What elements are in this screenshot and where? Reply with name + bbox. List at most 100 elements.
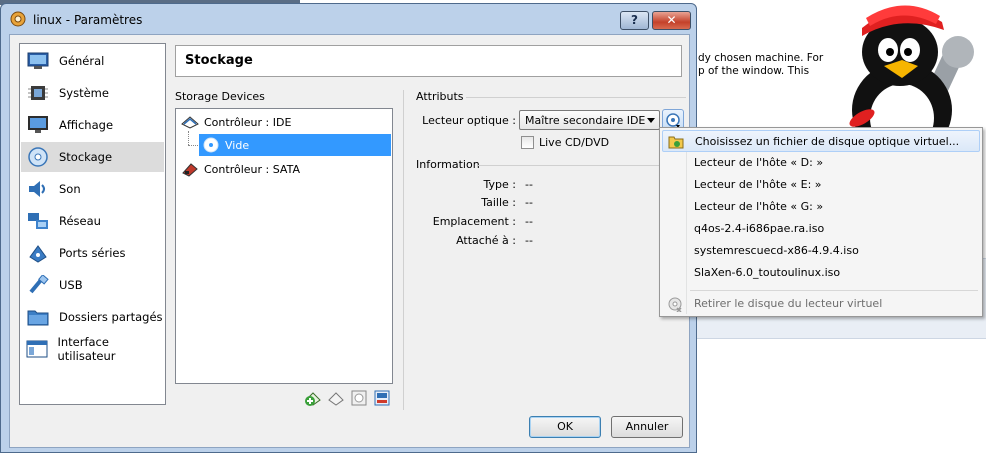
menu-item-host-drive-d[interactable]: Lecteur de l'hôte « D: » xyxy=(662,152,980,174)
optical-disc-menu: Choisissez un fichier de disque optique … xyxy=(659,127,983,317)
optical-drive-value: Maître secondaire IDE xyxy=(525,114,646,127)
menu-item-host-drive-g[interactable]: Lecteur de l'hôte « G: » xyxy=(662,196,980,218)
category-item-storage[interactable]: Stockage xyxy=(21,142,164,172)
tree-item-label: Vide xyxy=(225,138,250,152)
window-title: linux - Paramètres xyxy=(33,13,143,27)
menu-item-host-drive-e[interactable]: Lecteur de l'hôte « E: » xyxy=(662,174,980,196)
title-bar[interactable]: linux - Paramètres ? ✕ xyxy=(1,4,696,38)
menu-item-remove-disc[interactable]: Retirer le disque du lecteur virtuel xyxy=(662,293,980,315)
empty-disc-icon xyxy=(202,137,220,153)
remove-controller-icon[interactable] xyxy=(327,389,345,407)
category-item-system[interactable]: Système xyxy=(21,78,164,108)
section-rule xyxy=(478,165,686,166)
page-title: Stockage xyxy=(185,53,253,68)
category-label: Son xyxy=(59,182,81,196)
category-item-shared-folders[interactable]: Dossiers partagés xyxy=(21,302,164,332)
storage-disc-icon xyxy=(25,146,51,168)
info-type-label: Type : xyxy=(483,178,516,191)
menu-item-iso-q4os[interactable]: q4os-2.4-i686pae.ra.iso xyxy=(662,218,980,240)
remove-disc-icon xyxy=(668,297,682,312)
category-label: Interface utilisateur xyxy=(57,335,116,363)
category-item-general[interactable]: Général xyxy=(21,46,164,76)
menu-item-iso-systemrescuecd[interactable]: systemrescuecd-x86-4.9.4.iso xyxy=(662,240,980,262)
info-attached-label: Attaché à : xyxy=(456,234,516,247)
info-attached-value: -- xyxy=(525,234,533,247)
storage-devices-label: Storage Devices xyxy=(175,90,265,103)
category-label: Stockage xyxy=(59,150,113,164)
info-location-label: Emplacement : xyxy=(432,215,516,228)
settings-dialog: linux - Paramètres ? ✕ Général Système A… xyxy=(0,3,697,453)
system-chip-icon xyxy=(25,82,51,104)
storage-tree[interactable]: Contrôleur : IDE Vide Contrôleur : SATA xyxy=(175,108,393,384)
category-item-network[interactable]: Réseau xyxy=(21,206,164,236)
menu-item-choose-file[interactable]: Choisissez un fichier de disque optique … xyxy=(662,130,980,152)
category-label: Dossiers partagés xyxy=(59,310,163,324)
tree-item-label: Contrôleur : IDE xyxy=(204,115,292,129)
background-divider xyxy=(696,338,986,339)
info-location-value: -- xyxy=(525,215,533,228)
tree-item-label: Contrôleur : SATA xyxy=(204,162,300,176)
user-interface-icon xyxy=(25,338,49,360)
menu-item-iso-slaxen[interactable]: SlaXen-6.0_toutoulinux.iso xyxy=(662,262,980,284)
virtualbox-gear-icon xyxy=(10,11,26,27)
menu-item-label: Lecteur de l'hôte « G: » xyxy=(694,200,824,213)
menu-item-label: q4os-2.4-i686pae.ra.iso xyxy=(694,222,825,235)
info-type-value: -- xyxy=(525,178,533,191)
category-item-serial-ports[interactable]: Ports séries xyxy=(21,238,164,268)
remove-attachment-icon[interactable] xyxy=(373,389,391,407)
help-button[interactable]: ? xyxy=(620,11,649,30)
menu-item-label: Retirer le disque du lecteur virtuel xyxy=(694,297,883,310)
background-text-line: dy chosen machine. For xyxy=(698,52,824,64)
network-icon xyxy=(25,210,51,232)
sata-controller-icon xyxy=(181,161,199,177)
menu-item-label: Lecteur de l'hôte « E: » xyxy=(694,178,822,191)
tree-item-empty-drive[interactable]: Vide xyxy=(199,134,391,156)
info-size-label: Taille : xyxy=(481,196,516,209)
category-label: Général xyxy=(59,54,105,68)
category-label: Ports séries xyxy=(59,246,126,260)
ide-controller-icon xyxy=(181,114,199,130)
tree-connector xyxy=(188,131,189,145)
tree-item-ide-controller[interactable]: Contrôleur : IDE xyxy=(177,111,391,133)
section-rule xyxy=(466,97,686,98)
cancel-button[interactable]: Annuler xyxy=(611,416,683,438)
menu-item-label: Choisissez un fichier de disque optique … xyxy=(695,135,960,148)
display-monitor-icon xyxy=(25,114,51,136)
attributes-section-label: Attributs xyxy=(416,90,464,103)
info-size-value: -- xyxy=(525,196,533,209)
menu-item-label: SlaXen-6.0_toutoulinux.iso xyxy=(694,266,841,279)
ok-button[interactable]: OK xyxy=(529,416,601,438)
category-item-sound[interactable]: Son xyxy=(21,174,164,204)
add-attachment-icon[interactable] xyxy=(350,389,368,407)
close-button[interactable]: ✕ xyxy=(652,11,691,30)
category-item-display[interactable]: Affichage xyxy=(21,110,164,140)
dialog-client-area: Général Système Affichage Stockage Son R… xyxy=(9,34,690,448)
page-header: Stockage xyxy=(175,45,682,77)
live-cd-checkbox[interactable] xyxy=(521,136,534,149)
category-item-usb[interactable]: USB xyxy=(21,270,164,300)
menu-item-label: Lecteur de l'hôte « D: » xyxy=(694,156,824,169)
section-divider xyxy=(403,90,404,410)
category-list[interactable]: Général Système Affichage Stockage Son R… xyxy=(19,43,166,405)
background-welcome-text: dy chosen machine. For p of the window. … xyxy=(698,52,823,78)
optical-drive-select[interactable]: Maître secondaire IDE xyxy=(519,110,660,130)
speaker-icon xyxy=(25,178,51,200)
information-section-label: Information xyxy=(416,158,480,171)
tree-item-sata-controller[interactable]: Contrôleur : SATA xyxy=(177,158,391,180)
category-label: Système xyxy=(59,86,109,100)
category-label: USB xyxy=(59,278,83,292)
live-cd-label: Live CD/DVD xyxy=(539,136,610,149)
optical-drive-label: Lecteur optique : xyxy=(422,114,516,127)
menu-item-label: systemrescuecd-x86-4.9.4.iso xyxy=(694,244,859,257)
menu-separator xyxy=(690,290,978,291)
general-icon xyxy=(25,50,51,72)
category-label: Réseau xyxy=(59,214,101,228)
background-text-line: p of the window. This xyxy=(698,65,810,77)
shared-folder-icon xyxy=(25,306,51,328)
category-item-user-interface[interactable]: Interface utilisateur xyxy=(21,334,164,364)
folder-open-icon xyxy=(668,136,684,149)
usb-icon xyxy=(25,274,51,296)
serial-port-icon xyxy=(25,242,51,264)
add-controller-icon[interactable] xyxy=(304,389,322,407)
tree-connector xyxy=(188,145,198,146)
